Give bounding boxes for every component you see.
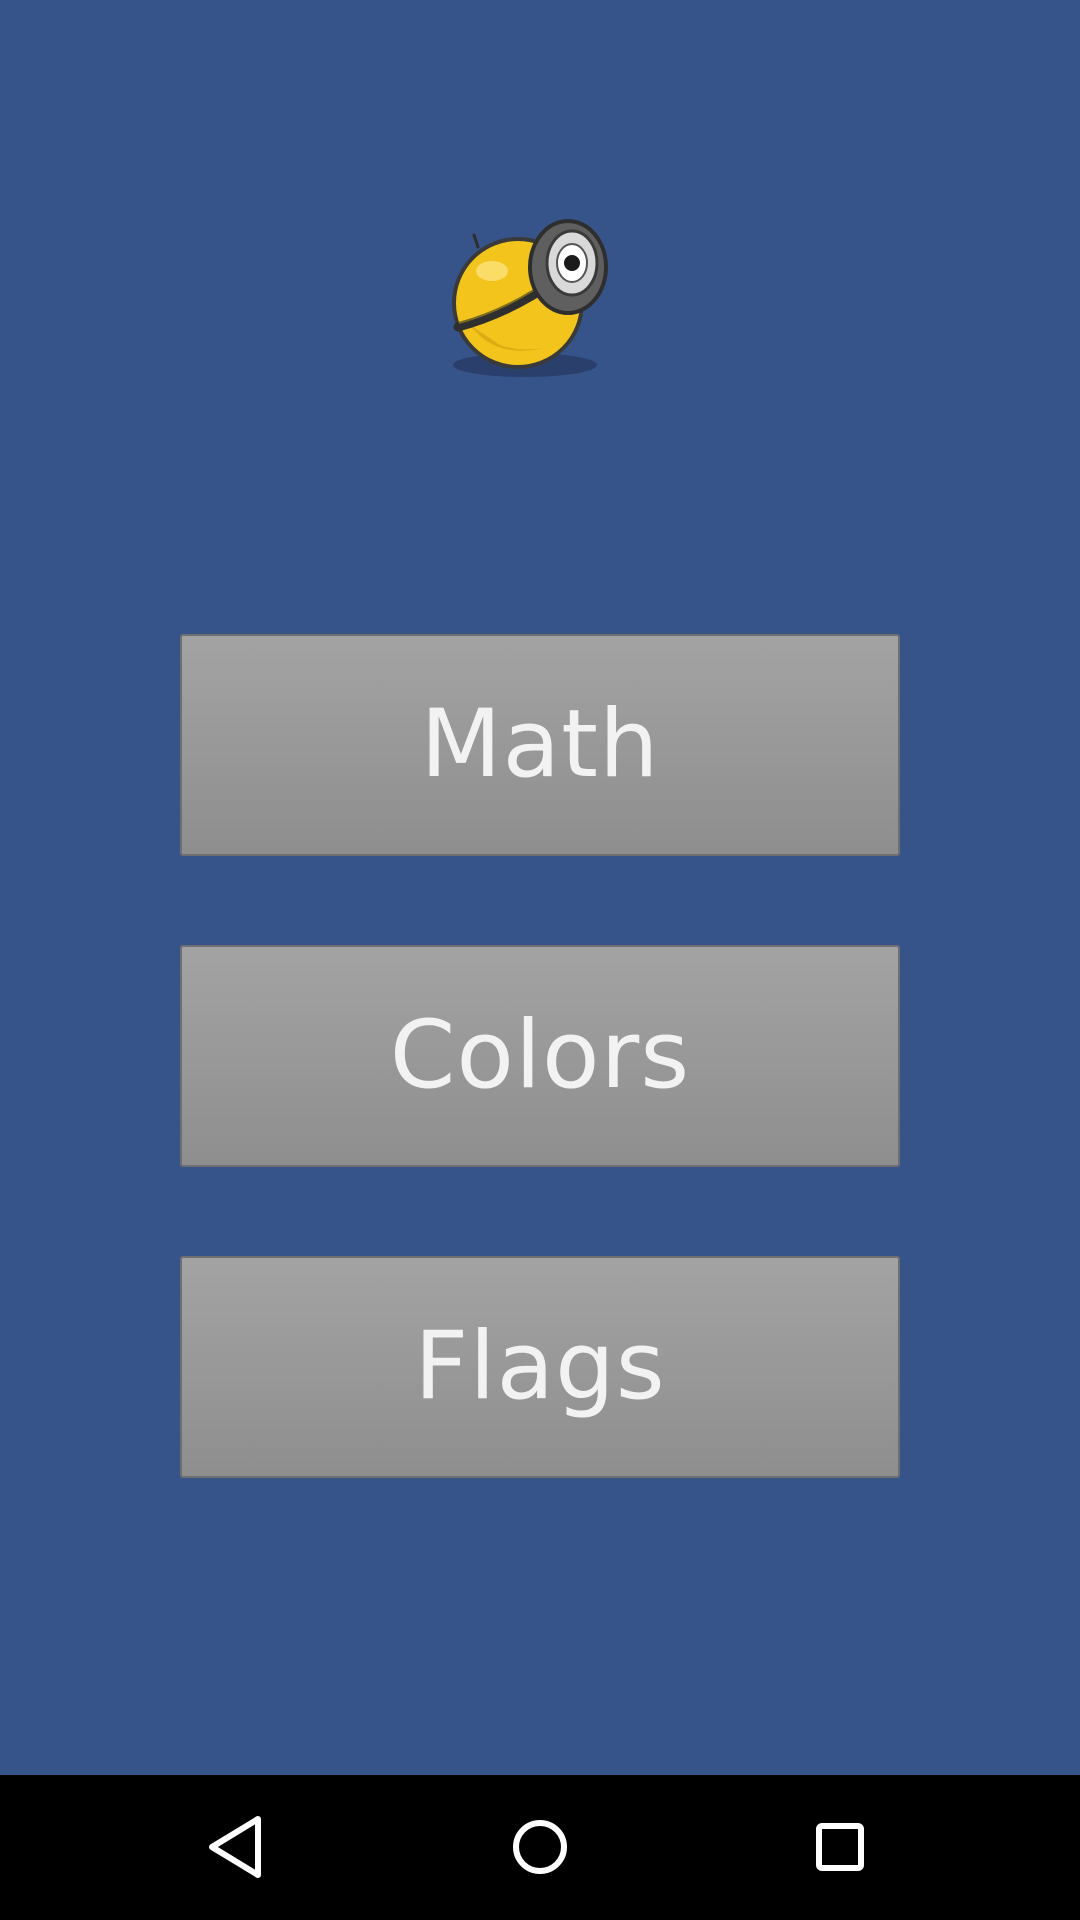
colors-button[interactable]: Colors — [180, 945, 900, 1167]
flags-button[interactable]: Flags — [180, 1256, 900, 1478]
home-circle-icon — [513, 1820, 567, 1874]
system-navigation-bar — [0, 1775, 1080, 1920]
back-triangle-icon — [209, 1816, 261, 1878]
back-button[interactable] — [190, 1797, 290, 1897]
math-button[interactable]: Math — [180, 634, 900, 856]
recents-button[interactable] — [790, 1797, 890, 1897]
recents-square-icon — [816, 1823, 864, 1871]
minion-logo-icon — [440, 205, 620, 385]
app-screen: Math Colors Flags — [0, 0, 1080, 1775]
home-button[interactable] — [490, 1797, 590, 1897]
